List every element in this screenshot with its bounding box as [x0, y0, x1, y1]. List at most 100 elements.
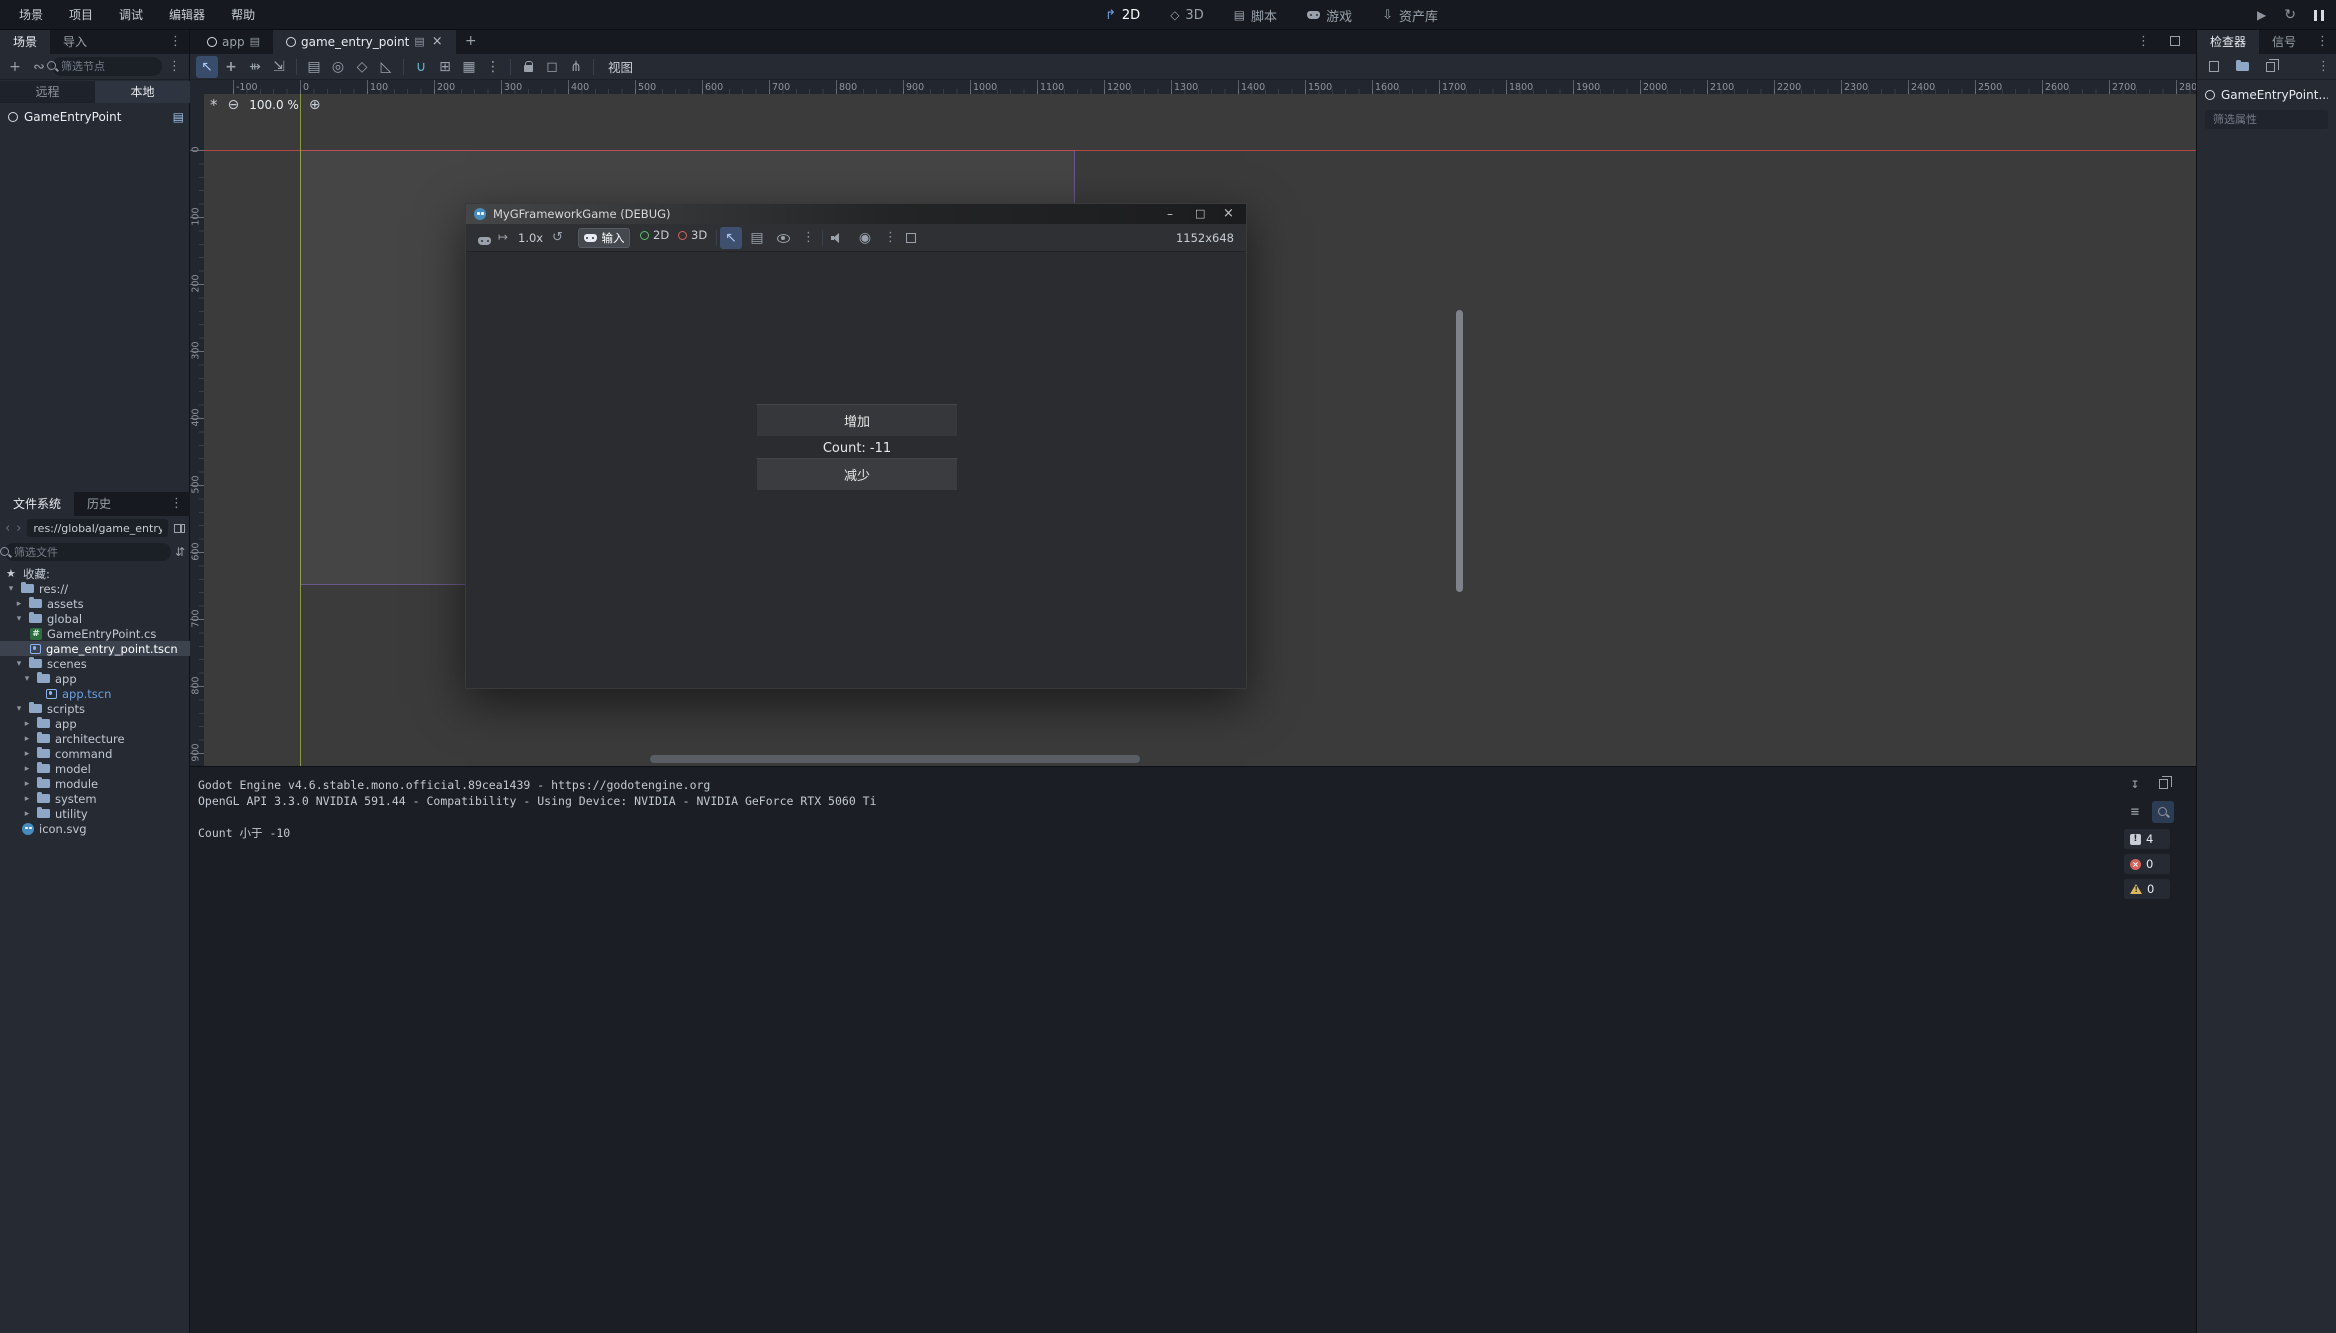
expand-viewport-button[interactable]	[2170, 36, 2180, 46]
play-button[interactable]: ▶	[2257, 8, 2266, 22]
workspace-2d[interactable]: ↱ 2D	[1105, 8, 1140, 23]
tree-item-icon-svg[interactable]: icon.svg	[0, 821, 190, 836]
load-resource-button[interactable]	[2231, 56, 2253, 78]
scene-tree-menu-button[interactable]: ⋮	[164, 60, 185, 73]
zoom-out-button[interactable]: ⊖	[228, 97, 240, 113]
scene-dock-menu-button[interactable]: ⋮	[162, 30, 189, 54]
tree-item-res[interactable]: ▾ res://	[0, 581, 190, 596]
tab-game-entry-point-scene[interactable]: game_entry_point ▤ ×	[273, 30, 456, 54]
filter-files-input[interactable]	[5, 543, 171, 561]
chevron-right-icon[interactable]: ▸	[22, 779, 32, 789]
game-debug-window[interactable]: MyGFrameworkGame (DEBUG) – □ × ↦ 1.0x ↺ …	[465, 203, 1247, 689]
new-tab-button[interactable]: +	[460, 30, 482, 52]
search-log-button[interactable]	[2152, 801, 2174, 823]
tab-import[interactable]: 导入	[50, 30, 100, 54]
input-mode-toggle[interactable]: 输入	[578, 228, 630, 248]
tab-app-scene[interactable]: app ▤	[194, 30, 273, 54]
tree-item-favorites[interactable]: ★ 收藏:	[0, 566, 190, 581]
save-resource-button[interactable]	[2259, 56, 2281, 78]
snap-options-button[interactable]: ⋮	[482, 56, 504, 78]
tree-item-command[interactable]: ▸ command	[0, 746, 190, 761]
workspace-game[interactable]: 游戏	[1307, 6, 1352, 25]
split-view-button[interactable]	[174, 524, 185, 533]
ruler-mode-button[interactable]: ◺	[375, 56, 397, 78]
speed-value[interactable]: 1.0x	[518, 231, 543, 245]
mute-audio-button[interactable]	[826, 227, 848, 249]
list-select-button[interactable]: ▤	[303, 56, 325, 78]
tree-item-utility[interactable]: ▸ utility	[0, 806, 190, 821]
reset-speed-button[interactable]: ↺	[552, 230, 563, 245]
tab-script-icon[interactable]: ▤	[414, 30, 424, 54]
filter-properties-input[interactable]	[2205, 110, 2328, 129]
workspace-3d[interactable]: ◇ 3D	[1170, 8, 1204, 23]
horizontal-scrollbar[interactable]	[650, 755, 1140, 763]
maximize-button[interactable]: □	[1195, 207, 1205, 220]
attached-script-icon[interactable]: ▤	[173, 110, 184, 124]
select-mode-button[interactable]: ↖	[196, 56, 218, 78]
pause-button[interactable]	[2314, 10, 2324, 21]
tree-item-game-entry-point-tscn[interactable]: game_entry_point.tscn	[0, 641, 190, 656]
remote-tab[interactable]: 远程	[0, 81, 95, 103]
game-select-mode-button[interactable]: ↖	[720, 227, 742, 249]
tree-item-app-folder[interactable]: ▾ app	[0, 671, 190, 686]
tree-item-model[interactable]: ▸ model	[0, 761, 190, 776]
add-node-button[interactable]: +	[4, 56, 26, 78]
tree-item-global[interactable]: ▾ global	[0, 611, 190, 626]
tab-script-icon[interactable]: ▤	[250, 30, 260, 54]
new-resource-button[interactable]	[2203, 56, 2225, 78]
tree-item-scripts[interactable]: ▾ scripts	[0, 701, 190, 716]
move-mode-button[interactable]: +	[220, 56, 242, 78]
pivot-mode-button[interactable]: ◎	[327, 56, 349, 78]
increase-button[interactable]: 增加	[756, 404, 958, 437]
tree-item-app-tscn[interactable]: app.tscn	[0, 686, 190, 701]
path-input[interactable]	[27, 519, 168, 537]
tab-scene[interactable]: 场景	[0, 30, 50, 54]
chevron-down-icon[interactable]: ▾	[14, 614, 24, 624]
center-view-button[interactable]: *	[210, 100, 218, 110]
copy-log-button[interactable]	[2152, 773, 2174, 795]
scene-tree-root-row[interactable]: GameEntryPoint ▤	[8, 108, 184, 126]
debugger-warnings-badge[interactable]: 0	[2124, 879, 2170, 899]
filesystem-menu-button[interactable]: ⋮	[163, 492, 190, 516]
minimize-button[interactable]: –	[1167, 207, 1173, 221]
inspector-menu-button[interactable]: ⋮	[2309, 30, 2336, 54]
chevron-right-icon[interactable]: ▸	[14, 599, 24, 609]
edited-object-row[interactable]: GameEntryPoint....	[2197, 80, 2336, 102]
view-menu[interactable]: 视图	[600, 57, 641, 76]
filter-log-button[interactable]: ≡	[2124, 801, 2146, 823]
camera-override-button[interactable]: ◉	[854, 227, 876, 249]
group-button[interactable]: ◻	[541, 56, 563, 78]
lock-button[interactable]	[517, 56, 539, 78]
scale-mode-button[interactable]: ⇲	[268, 56, 290, 78]
zoom-level[interactable]: 100.0 %	[249, 98, 299, 112]
rotate-mode-button[interactable]: ⇻	[244, 56, 266, 78]
tree-item-scenes[interactable]: ▾ scenes	[0, 656, 190, 671]
chevron-right-icon[interactable]: ▸	[22, 749, 32, 759]
chevron-down-icon[interactable]: ▾	[14, 704, 24, 714]
menu-debug[interactable]: 调试	[106, 0, 156, 30]
tab-signals[interactable]: 信号	[2259, 30, 2309, 54]
chevron-right-icon[interactable]: ▸	[22, 734, 32, 744]
zoom-in-button[interactable]: ⊕	[309, 97, 321, 113]
game-select-options-button[interactable]: ⋮	[802, 231, 815, 244]
game-window-titlebar[interactable]: MyGFrameworkGame (DEBUG) – □ ×	[466, 204, 1246, 224]
decrease-button[interactable]: 减少	[756, 458, 958, 491]
mode-3d-toggle[interactable]: 3D	[678, 228, 707, 242]
inspector-extra-menu-button[interactable]: ⋮	[2317, 60, 2330, 73]
tree-item-system[interactable]: ▸ system	[0, 791, 190, 806]
mode-2d-toggle[interactable]: 2D	[640, 228, 669, 242]
camera-options-button[interactable]: ⋮	[884, 231, 897, 244]
visibility-button[interactable]	[772, 227, 794, 249]
debugger-errors-badge[interactable]: 0	[2124, 854, 2170, 874]
nav-forward-button[interactable]: ›	[16, 521, 21, 536]
workspace-assetlib[interactable]: ⇩ 资产库	[1382, 6, 1438, 25]
vertical-scrollbar[interactable]	[1456, 310, 1463, 592]
nav-back-button[interactable]: ‹	[5, 521, 10, 536]
chevron-down-icon[interactable]: ▾	[22, 674, 32, 684]
restart-button[interactable]: ↻	[2284, 7, 2296, 23]
menu-editor[interactable]: 编辑器	[156, 0, 218, 30]
grid-snap-button[interactable]: ⊞	[434, 56, 456, 78]
workspace-script[interactable]: ▤ 脚本	[1234, 6, 1277, 25]
chevron-right-icon[interactable]: ▸	[22, 719, 32, 729]
skeleton-button[interactable]: ⋔	[565, 56, 587, 78]
